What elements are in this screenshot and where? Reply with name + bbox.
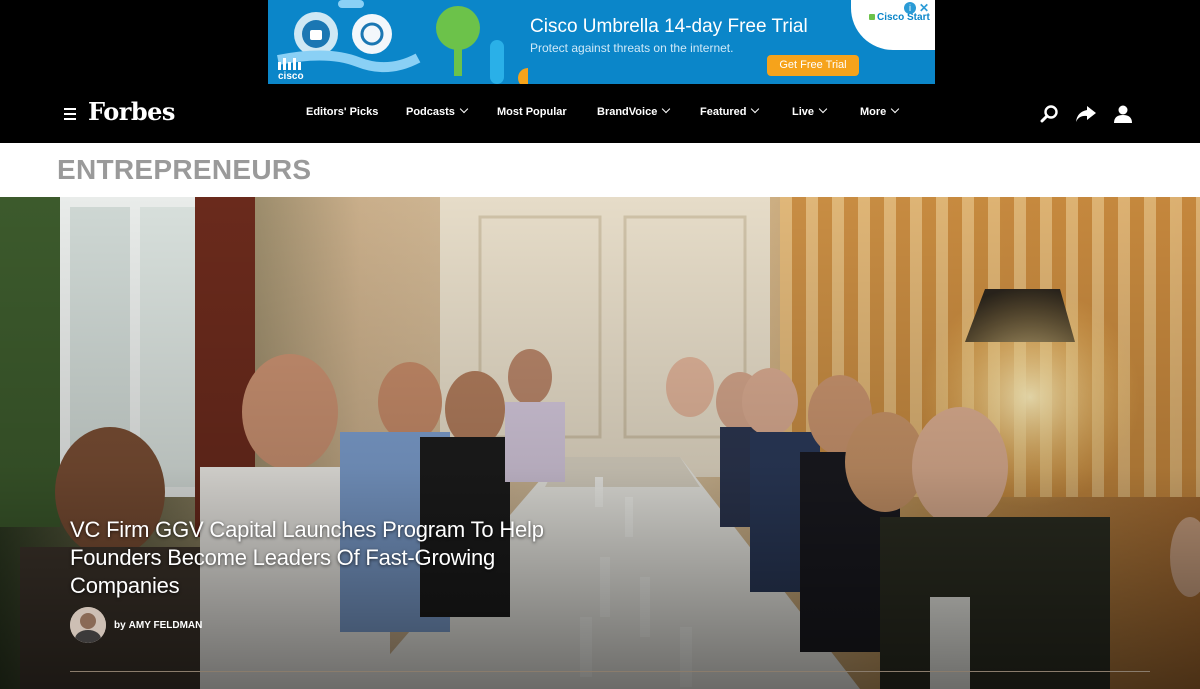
hero-headline[interactable]: VC Firm GGV Capital Launches Program To … xyxy=(70,516,590,600)
chevron-down-icon xyxy=(751,104,760,114)
byline: by AMY FELDMAN xyxy=(70,607,202,643)
ad-subline: Protect against threats on the internet. xyxy=(530,41,734,55)
nav-item-featured[interactable]: Featured xyxy=(700,104,760,118)
hero-story[interactable]: VC Firm GGV Capital Launches Program To … xyxy=(0,197,1200,689)
ad-headline[interactable]: Cisco Umbrella 14-day Free Trial xyxy=(530,16,808,38)
nav-item-live[interactable]: Live xyxy=(792,104,828,118)
chevron-down-icon xyxy=(891,104,900,114)
cisco-advertisement[interactable]: cisco Cisco Umbrella 14-day Free Trial P… xyxy=(268,0,935,84)
channel-title[interactable]: ENTREPRENEURS xyxy=(57,154,311,186)
ad-artwork: cisco xyxy=(268,0,528,84)
divider xyxy=(70,671,1150,672)
author-name[interactable]: AMY FELDMAN xyxy=(129,620,203,631)
close-icon[interactable]: ✕ xyxy=(919,1,929,15)
chevron-down-icon xyxy=(818,104,828,114)
nav-menu: Editors' Picks Podcasts Most Popular Bra… xyxy=(0,104,1200,124)
nav-item-editors-picks[interactable]: Editors' Picks xyxy=(306,106,378,118)
ad-cta-button[interactable]: Get Free Trial xyxy=(767,55,859,76)
user-icon[interactable] xyxy=(1113,104,1133,124)
nav-item-more[interactable]: More xyxy=(860,104,900,118)
search-icon[interactable] xyxy=(1040,104,1060,124)
byline-prefix: by xyxy=(114,619,126,631)
author-avatar[interactable] xyxy=(70,607,106,643)
top-navigation: Forbes Editors' Picks Podcasts Most Popu… xyxy=(0,86,1200,143)
share-icon[interactable] xyxy=(1075,104,1096,124)
nav-item-brandvoice[interactable]: BrandVoice xyxy=(597,104,671,118)
nav-item-most-popular[interactable]: Most Popular xyxy=(497,106,567,118)
info-icon[interactable]: i xyxy=(904,2,916,14)
cisco-logo-text: cisco xyxy=(278,71,304,82)
logo-mark-icon xyxy=(869,14,875,20)
channel-header: ENTREPRENEURS xyxy=(0,143,1200,197)
nav-item-podcasts[interactable]: Podcasts xyxy=(406,104,469,118)
ad-band: cisco Cisco Umbrella 14-day Free Trial P… xyxy=(0,0,1200,86)
chevron-down-icon xyxy=(662,104,671,114)
chevron-down-icon xyxy=(459,104,469,114)
